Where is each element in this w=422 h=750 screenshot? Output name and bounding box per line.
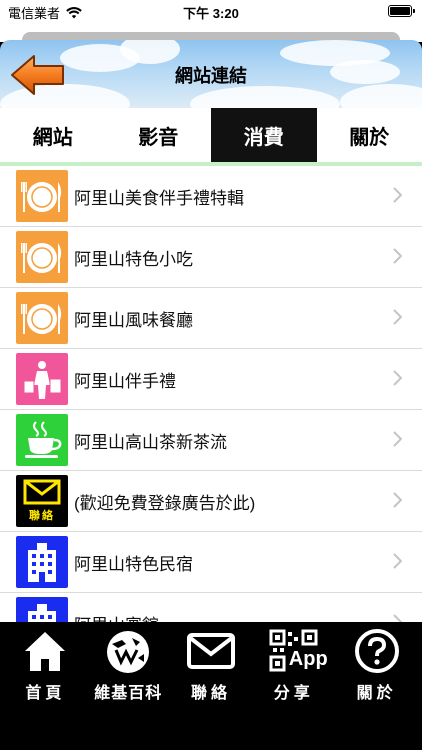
tabbar-wikipedia-label: 維基百科 — [94, 685, 163, 702]
list-item[interactable]: 阿里山伴手禮 — [0, 349, 422, 410]
list-item-label: 阿里山風味餐廳 — [74, 310, 193, 330]
dining-icon — [16, 231, 68, 283]
tabbar-home[interactable]: 首頁 — [4, 628, 87, 750]
chevron-right-icon — [393, 370, 402, 386]
list-item-label: 阿里山美食伴手禮特輯 — [74, 188, 244, 208]
chevron-right-icon — [393, 187, 402, 203]
qr-app-text: App — [288, 648, 328, 670]
header: 網站連結 — [0, 40, 422, 108]
mail-icon: 聯絡 — [16, 475, 68, 527]
tabbar-about-label: 關於 — [356, 685, 397, 702]
chevron-right-icon — [393, 248, 402, 264]
contact-badge-text: 聯絡 — [29, 510, 55, 522]
building-icon — [16, 536, 68, 588]
tabbar-wikipedia[interactable]: 維基百科 — [87, 628, 170, 750]
status-bar: 電信業者 下午 3:20 — [0, 0, 422, 24]
question-icon — [352, 628, 402, 674]
tab-about[interactable]: 關於 — [317, 108, 422, 162]
chevron-right-icon — [393, 553, 402, 569]
list-item-label: (歡迎免費登錄廣告於此) — [74, 493, 256, 513]
list-item-label: 阿里山賓館 — [74, 611, 159, 623]
dining-icon — [16, 170, 68, 222]
dining-icon — [16, 292, 68, 344]
qr-app-icon: App — [269, 628, 328, 674]
chevron-right-icon — [393, 309, 402, 325]
tab-shopping[interactable]: 消費 — [211, 108, 317, 162]
tabbar-home-label: 首頁 — [25, 685, 66, 702]
chevron-right-icon — [393, 492, 402, 508]
list-item[interactable]: 阿里山特色民宿 — [0, 532, 422, 593]
tabbar-contact-label: 聯絡 — [190, 685, 231, 702]
mail-icon — [186, 628, 236, 674]
building-icon — [16, 597, 68, 622]
list-item[interactable]: 阿里山風味餐廳 — [0, 288, 422, 349]
tea-cup-icon — [16, 414, 68, 466]
shopping-icon — [16, 353, 68, 405]
status-time: 下午 3:20 — [183, 6, 239, 21]
tab-media[interactable]: 影音 — [106, 108, 212, 162]
tab-website[interactable]: 網站 — [0, 108, 106, 162]
list-item-label: 阿里山特色民宿 — [74, 554, 193, 574]
list-item[interactable]: 阿里山特色小吃 — [0, 227, 422, 288]
chevron-right-icon — [393, 614, 402, 622]
battery-icon — [388, 5, 415, 17]
list-item[interactable]: 阿里山高山茶新茶流 — [0, 410, 422, 471]
link-list: 阿里山美食伴手禮特輯 阿里山特色小吃 阿里山風味餐廳 阿里山伴手禮 阿里山高山茶… — [0, 166, 422, 622]
page-title: 網站連結 — [175, 66, 247, 86]
tabbar-about[interactable]: 關於 — [335, 628, 418, 750]
list-item[interactable]: 阿里山美食伴手禮特輯 — [0, 166, 422, 227]
list-item[interactable]: 聯絡 (歡迎免費登錄廣告於此) — [0, 471, 422, 532]
tabbar-contact[interactable]: 聯絡 — [170, 628, 253, 750]
list-item-label: 阿里山特色小吃 — [74, 249, 193, 269]
wikipedia-icon — [103, 628, 153, 674]
bottom-tabbar: 首頁 維基百科 聯絡 App 分享 關於 — [0, 622, 422, 750]
list-item-label: 阿里山伴手禮 — [74, 371, 176, 391]
tabbar-share-label: 分享 — [273, 685, 314, 702]
home-icon — [20, 628, 70, 674]
tabbar-share[interactable]: App 分享 — [252, 628, 335, 750]
segment-tabs: 網站 影音 消費 關於 — [0, 108, 422, 166]
list-item-label: 阿里山高山茶新茶流 — [74, 432, 227, 452]
list-item[interactable]: 阿里山賓館 — [0, 593, 422, 622]
chevron-right-icon — [393, 431, 402, 447]
